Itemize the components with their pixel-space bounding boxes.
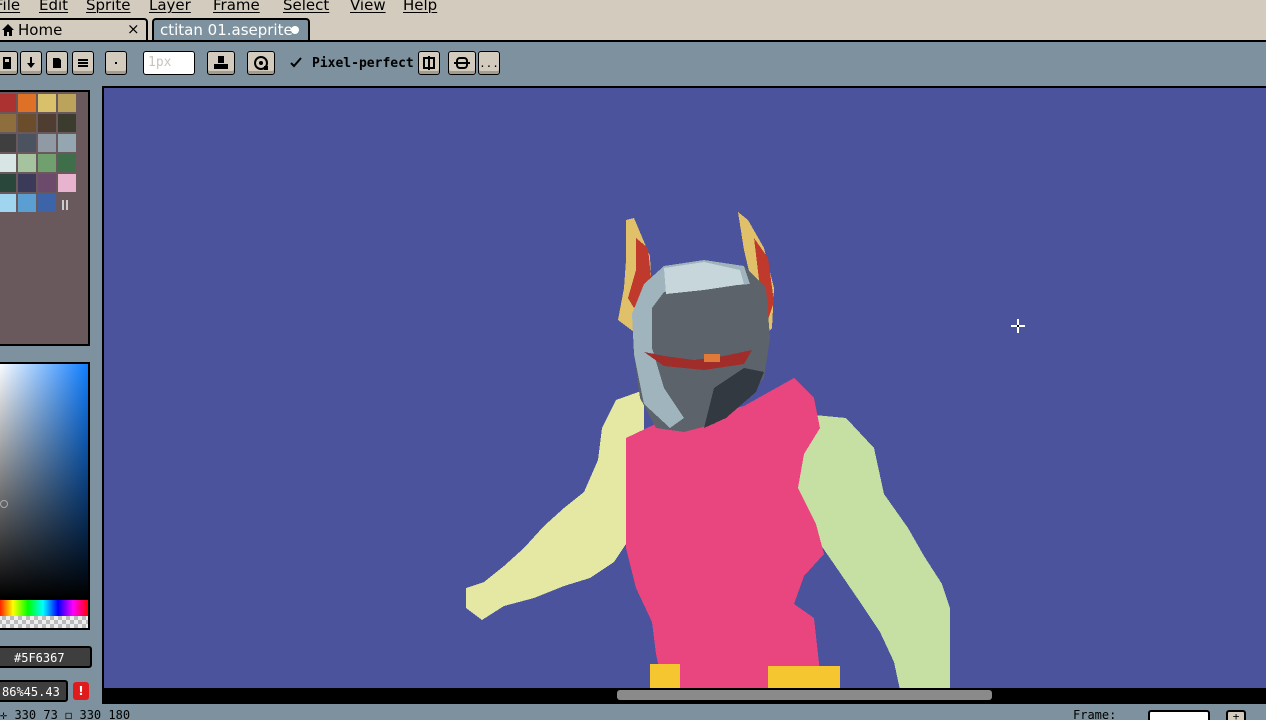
hue-slider[interactable] [0,600,90,616]
palette-swatch[interactable] [58,174,76,192]
pen-pressure-icon[interactable] [207,51,235,75]
unsaved-dot-icon[interactable] [291,26,299,34]
home-icon [2,24,14,36]
pixel-perfect-check-icon[interactable] [289,56,303,70]
tab-bar: Home × ctitan 01.aseprite [0,14,1266,42]
ink-icon[interactable] [46,51,68,75]
palette-swatch[interactable] [0,154,16,172]
color-spectrum-picker[interactable] [0,362,90,600]
palette-swatch[interactable] [58,94,76,112]
status-bar: ✛ 330 73 ◻ 330 180 Frame: + [0,704,1266,720]
palette-swatch[interactable] [0,174,16,192]
color-picker-cursor[interactable] [0,500,8,508]
menu-frame[interactable]: Frame [213,0,260,14]
tab-document-label: ctitan 01.aseprite [160,21,293,39]
hex-color-field[interactable]: #5F6367 [0,646,92,668]
warning-icon[interactable]: ! [73,682,89,700]
palette-swatch[interactable] [0,114,16,132]
arrow-down-icon[interactable] [20,51,42,75]
symmetry-horizontal-icon[interactable] [448,51,476,75]
palette-resize-handle-icon[interactable] [62,200,68,210]
cursor-position-text: ✛ 330 73 ◻ 330 180 [0,708,131,720]
sprite-canvas[interactable] [102,86,1266,704]
menu-select[interactable]: Select [283,0,329,14]
palette-swatch[interactable] [0,94,16,112]
menu-sprite[interactable]: Sprite [86,0,131,14]
palette-swatch[interactable] [18,194,36,212]
menu-help[interactable]: Help [403,0,437,14]
precision-icon[interactable] [247,51,275,75]
palette-swatch[interactable] [38,134,56,152]
palette-swatch[interactable] [18,154,36,172]
palette-swatch[interactable] [38,194,56,212]
palette-swatch[interactable] [38,174,56,192]
menu-bar: File Edit Sprite Layer Frame Select View… [0,0,1266,14]
more-options-button[interactable]: ... [478,51,500,75]
palette-panel [0,90,90,346]
palette-swatch[interactable] [18,114,36,132]
tab-home-label: Home [18,21,63,39]
palette-swatch[interactable] [58,114,76,132]
close-icon[interactable]: × [127,20,140,38]
frame-label: Frame: [1073,708,1117,720]
horizontal-scrollbar-thumb[interactable] [617,690,992,700]
tab-document[interactable]: ctitan 01.aseprite [152,18,310,40]
tab-home[interactable]: Home × [0,18,148,40]
palette-swatch[interactable] [58,134,76,152]
palette-swatch[interactable] [58,154,76,172]
menu-edit[interactable]: Edit [39,0,68,14]
palette-swatch[interactable] [38,154,56,172]
palette-swatch[interactable] [18,94,36,112]
menu-layer[interactable]: Layer [149,0,191,14]
menu-file[interactable]: File [0,0,20,14]
crosshair-cursor-icon [1011,319,1025,333]
color-values-field[interactable]: 86%45.43 [0,680,68,702]
palette-swatch[interactable] [0,194,16,212]
menu-view[interactable]: View [350,0,386,14]
frame-input[interactable] [1148,710,1210,720]
add-frame-button[interactable]: + [1226,710,1246,720]
palette-swatch[interactable] [0,134,16,152]
sprite-artwork [466,212,950,690]
palette-swatch[interactable] [38,114,56,132]
menu-lines-icon[interactable] [72,51,94,75]
context-toolbar: 1px Pixel-perfect ... [0,42,1266,88]
palette-swatch[interactable] [18,134,36,152]
brush-shape-icon[interactable] [105,51,127,75]
brush-size-input[interactable]: 1px [143,51,195,75]
palette-swatch[interactable] [18,174,36,192]
pixel-perfect-label[interactable]: Pixel-perfect [312,56,414,71]
palette-swatch[interactable] [38,94,56,112]
alpha-slider[interactable] [0,616,90,630]
symmetry-vertical-icon[interactable] [418,51,440,75]
lock-icon[interactable] [0,51,18,75]
